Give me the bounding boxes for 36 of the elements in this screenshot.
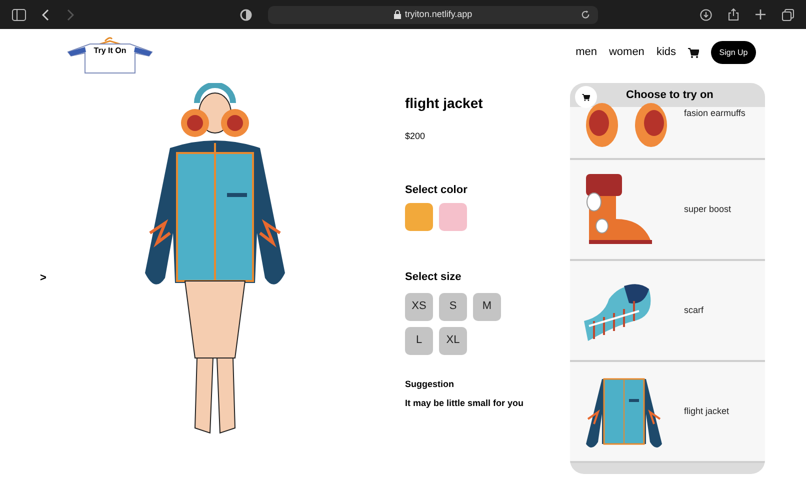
nav-link[interactable]: women (608, 44, 644, 61)
color-swatch[interactable] (439, 203, 467, 231)
new-tab-icon[interactable] (755, 9, 766, 20)
color-swatch[interactable] (405, 203, 433, 231)
size-heading: Select size (405, 270, 462, 285)
cart-icon (582, 94, 590, 100)
reload-icon[interactable] (581, 10, 590, 19)
try-on-item[interactable]: flight jacket (570, 362, 765, 463)
url-text: tryiton.netlify.app (404, 8, 472, 21)
address-bar[interactable]: tryiton.netlify.app (268, 6, 598, 24)
share-icon[interactable] (728, 8, 739, 21)
color-heading: Select color (405, 182, 468, 198)
sign-up-button[interactable]: Sign Up (711, 41, 756, 64)
size-option[interactable]: L (405, 326, 433, 354)
download-icon[interactable] (700, 8, 712, 20)
cart-icon[interactable] (688, 48, 699, 58)
size-option[interactable]: S (439, 292, 467, 320)
try-on-item[interactable]: scarf (570, 261, 765, 362)
cart-button[interactable] (575, 86, 597, 108)
panel-title: Choose to try on (626, 88, 714, 103)
lock-icon (394, 10, 401, 19)
try-on-item[interactable]: super boost (570, 160, 765, 261)
nav-link[interactable]: men (576, 44, 597, 61)
privacy-shield-icon[interactable] (240, 8, 252, 20)
product-price: $200 (405, 130, 426, 143)
size-option[interactable]: M (473, 292, 501, 320)
nav-link[interactable]: kids (656, 44, 676, 61)
size-option[interactable]: XL (439, 326, 467, 354)
suggestion-heading: Suggestion (405, 378, 455, 391)
size-option[interactable]: XS (405, 292, 433, 320)
boot-drawing (584, 174, 654, 246)
sidebar-icon[interactable] (12, 8, 26, 20)
suggestion-text: It may be little small for you (405, 397, 525, 410)
product-title: flight jacket (405, 94, 484, 113)
back-icon[interactable] (42, 8, 50, 20)
tabs-overview-icon[interactable] (782, 8, 794, 20)
